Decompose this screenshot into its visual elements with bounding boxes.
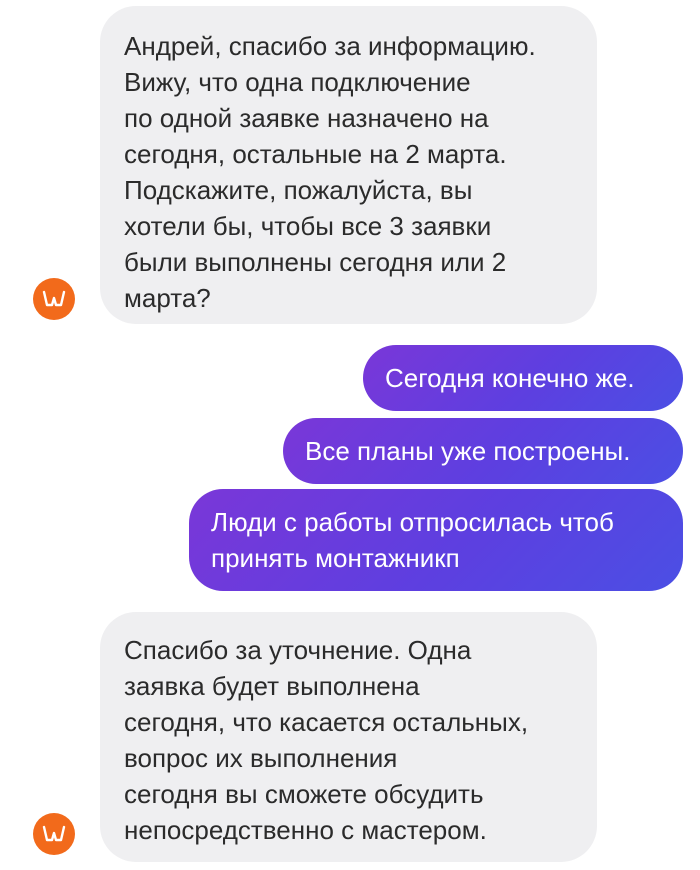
outgoing-message-bubble: Все планы уже построены.: [283, 418, 683, 484]
outgoing-message-bubble: Сегодня конечно же.: [363, 345, 683, 411]
message-line: хотели бы, чтобы все 3 заявки: [124, 211, 492, 241]
message-line: сегодня, что касается остальных,: [124, 707, 529, 737]
agent-avatar: [33, 813, 75, 855]
outgoing-message-bubble: Люди с работы отпросилась чтоб принять м…: [189, 489, 683, 591]
incoming-message-bubble: Спасибо за уточнение. Одна заявка будет …: [100, 612, 597, 862]
message-line: Вижу, что одна подключение: [124, 67, 471, 97]
brand-logo-icon: [42, 825, 66, 842]
message-line: вопрос их выполнения: [124, 743, 398, 773]
message-line: заявка будет выполнена: [124, 671, 420, 701]
message-line: Сегодня конечно же.: [385, 363, 635, 393]
message-line: Подскажите, пожалуйста, вы: [124, 175, 473, 205]
message-line: Андрей, спасибо за информацию.: [124, 31, 536, 61]
brand-logo-icon: [42, 290, 66, 307]
message-line: сегодня вы сможете обсудить: [124, 779, 484, 809]
message-line: сегодня, остальные на 2 марта.: [124, 139, 507, 169]
message-line: были выполнены сегодня или 2: [124, 247, 507, 277]
message-line: непосредственно с мастером.: [124, 815, 487, 845]
message-line: принять монтажникп: [211, 543, 460, 573]
message-line: по одной заявке назначено на: [124, 103, 489, 133]
message-line: Все планы уже построены.: [305, 436, 631, 466]
incoming-message-bubble: Андрей, спасибо за информацию. Вижу, что…: [100, 6, 597, 324]
message-line: Спасибо за уточнение. Одна: [124, 635, 472, 665]
message-line: Люди с работы отпросилась чтоб: [211, 507, 614, 537]
message-line: марта?: [124, 283, 211, 313]
agent-avatar: [33, 278, 75, 320]
chat-thread: Андрей, спасибо за информацию. Вижу, что…: [0, 0, 700, 870]
